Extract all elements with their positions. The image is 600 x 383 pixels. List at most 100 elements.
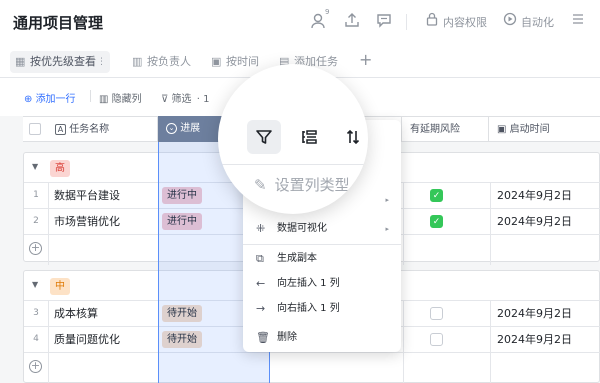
set-column-type-item[interactable]: ✎ 设置列类型 [254,174,350,195]
menu-item-label: 删除 [277,332,297,343]
plus-circle-icon[interactable]: + [29,360,42,373]
row-number: 2 [33,216,39,226]
chevron-right-icon: ▸ [385,196,389,204]
caret-down-icon[interactable]: ▼ [32,162,38,171]
row-number: 3 [33,308,39,318]
chevron-right-icon: ▸ [385,225,389,233]
menu-item-label: 向左插入 1 列 [277,278,340,289]
task-name[interactable]: 市场营销优化 [54,209,120,234]
filter-icon: ⊽ [161,94,172,105]
filter-label: 筛选 [171,94,192,105]
column-divider [490,183,491,265]
caret-down-icon[interactable]: ▼ [32,280,38,289]
column-header-label: 任务名称 [69,124,110,135]
page-title: 通用项目管理 [13,14,104,32]
comment-icon[interactable] [374,12,394,32]
column-divider [48,183,49,265]
hide-columns-button[interactable]: ▥ 隐藏列 [99,90,142,105]
pencil-icon: ✎ [254,176,267,194]
column-divider [48,301,49,383]
columns-icon: ▥ [99,94,112,105]
menu-divider [243,244,401,245]
menu-item-insert-right[interactable]: → 向右插入 1 列 [243,296,401,322]
date-field-icon: ▣ [497,124,510,135]
trash-icon: 🗑 [256,331,270,344]
risk-checkbox[interactable]: ✓ [430,189,443,202]
column-header-name[interactable]: A 任务名称 [47,117,158,142]
copy-icon: ⧉ [256,252,264,265]
sparkle-icon: ⁜ [256,222,266,235]
row-number: 1 [33,190,39,200]
column-header-label: 进展 [180,123,201,134]
filter-count: 1 [203,94,210,105]
column-header-start[interactable]: ▣ 启动时间 [489,117,600,142]
risk-checkbox[interactable]: ✓ [430,215,443,228]
start-date[interactable]: 2024年9月2日 [497,327,572,352]
menu-item-delete[interactable]: 🗑 删除 [243,325,401,351]
column-header-risk[interactable]: 有延期风险 [402,117,489,142]
arrow-left-icon: ← [256,277,266,290]
group-column-button[interactable] [292,120,326,154]
tab-label: 按优先级查看 [30,55,96,68]
hide-columns-label: 隐藏列 [111,94,142,105]
task-name[interactable]: 成本核算 [54,301,98,326]
filter-button[interactable]: ⊽ 筛选 · 1 [161,90,209,105]
column-divider [490,301,491,383]
column-divider [403,183,404,265]
menu-icon[interactable] [568,12,588,32]
plus-circle-icon: ⊕ [24,94,36,105]
tab-time-view[interactable]: ▣ 按时间 [206,51,259,73]
content-permission-button[interactable]: 内容权限 [443,14,487,30]
column-header-label: 有延期风险 [410,124,460,135]
share-icon[interactable] [342,12,362,32]
filter-separator: · [196,94,200,105]
calendar-icon: ▣ [211,55,222,68]
menu-item-duplicate[interactable]: ⧉ 生成副本 [243,246,401,272]
start-date[interactable]: 2024年9月2日 [497,209,572,234]
lock-icon [422,12,442,32]
toolbar-divider [90,90,91,102]
add-row-button[interactable]: ⊕ 添加一行 [24,90,76,105]
risk-checkbox[interactable] [430,333,443,346]
task-name[interactable]: 质量问题优化 [54,327,120,352]
collaborators-badge: 9 [325,8,330,16]
grid-icon: ▦ [15,55,26,68]
add-view-icon[interactable]: + [359,50,372,69]
add-row-label: 添加一行 [35,94,76,105]
menu-item-label: 数据可视化 [277,223,327,234]
menu-item-label: 向右插入 1 列 [277,303,340,314]
start-date[interactable]: 2024年9月2日 [497,301,572,326]
task-name[interactable]: 数据平台建设 [54,183,120,208]
column-divider [403,301,404,383]
select-all-checkbox[interactable] [29,123,41,135]
lens-divider [218,164,368,165]
tab-owner-view[interactable]: ▥ 按负责人 [127,51,191,73]
tab-label: 按时间 [226,55,259,68]
add-record-row[interactable]: + [24,355,600,379]
menu-item-label: 生成副本 [277,253,317,264]
filter-column-button[interactable] [247,120,281,154]
menu-item-insert-left[interactable]: ← 向左插入 1 列 [243,271,401,297]
tab-priority-view[interactable]: ▦ 按优先级查看 ⋮ [10,51,110,73]
tab-label: 按负责人 [147,55,191,68]
chevron-down-icon: ⌄ [166,122,177,134]
kanban-icon: ▥ [132,55,143,68]
automation-icon [500,12,520,32]
menu-item-data-visualization[interactable]: ⁜ 数据可视化 ▸ [243,216,401,242]
magnifier-lens: ✎ 设置列类型 [218,64,368,214]
text-field-icon: A [55,123,66,135]
sort-column-button[interactable] [336,120,368,154]
topbar-divider [406,14,407,30]
priority-tag: 中 [50,278,70,295]
arrow-right-icon: → [256,302,266,315]
plus-circle-icon[interactable]: + [29,242,42,255]
top-bar: 通用项目管理 9 内容权限 自动化 [0,0,600,46]
column-header-label: 启动时间 [509,124,550,135]
start-date[interactable]: 2024年9月2日 [497,183,572,208]
row-number: 4 [33,334,39,344]
automation-button[interactable]: 自动化 [521,14,554,30]
priority-tag: 高 [50,160,70,177]
set-column-type-label: 设置列类型 [274,176,350,194]
more-icon[interactable]: ⋮ [97,51,106,73]
risk-checkbox[interactable] [430,307,443,320]
